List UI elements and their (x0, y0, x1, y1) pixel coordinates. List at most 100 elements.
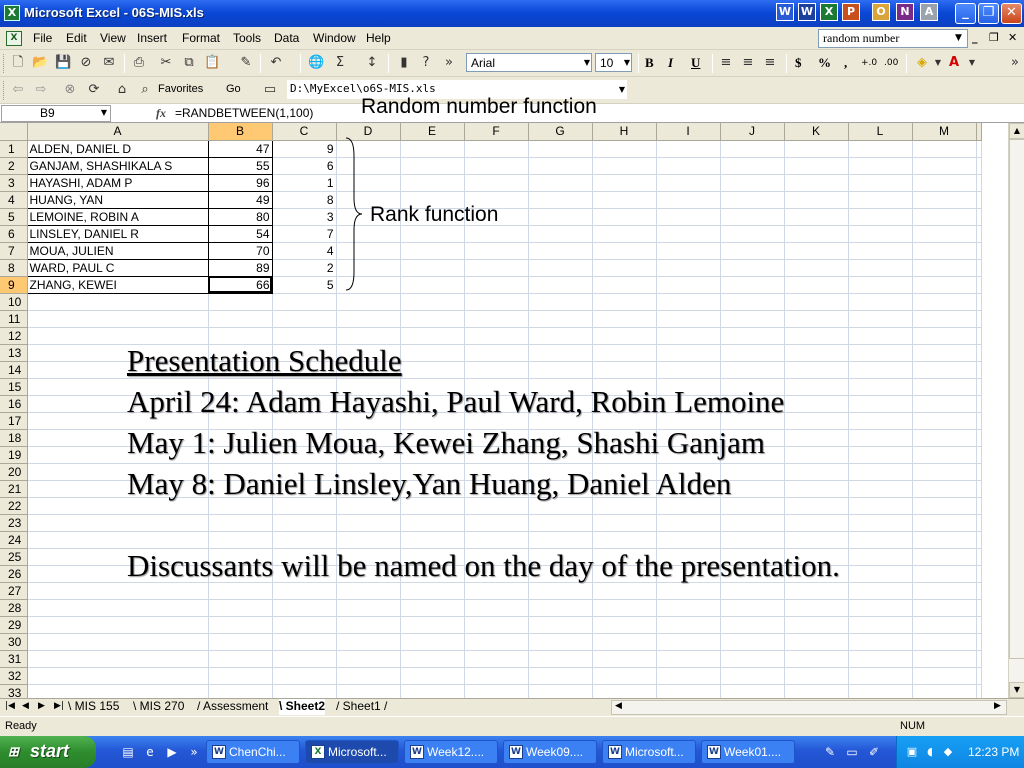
cell[interactable] (848, 565, 913, 583)
cell[interactable] (336, 684, 401, 698)
row-header[interactable]: 32 (0, 667, 28, 685)
pen-icon[interactable]: ✎ (822, 744, 838, 760)
cell[interactable] (528, 208, 593, 226)
column-header[interactable]: E (400, 123, 465, 141)
cell[interactable] (848, 463, 913, 481)
cell[interactable] (336, 650, 401, 668)
cell[interactable] (208, 667, 273, 685)
title-app-icon[interactable]: P (842, 3, 860, 21)
cell[interactable] (976, 361, 982, 379)
cell[interactable] (976, 225, 982, 243)
cell[interactable] (656, 140, 721, 158)
cell[interactable] (784, 225, 849, 243)
cell[interactable] (528, 616, 593, 634)
cell[interactable] (784, 157, 849, 175)
menu-tools[interactable]: Tools (233, 31, 261, 45)
cell[interactable] (848, 395, 913, 413)
chevron-down-icon[interactable]: ▼ (581, 53, 593, 72)
cell[interactable] (336, 293, 401, 311)
cell[interactable]: HUANG, YAN (26, 190, 209, 209)
cell[interactable] (27, 616, 209, 634)
cell[interactable] (592, 616, 657, 634)
cell[interactable] (336, 599, 401, 617)
cell[interactable] (912, 225, 977, 243)
cell[interactable] (656, 599, 721, 617)
next-sheet-icon[interactable]: ▶ (38, 701, 45, 711)
taskbar-button[interactable]: W Week09.... (503, 740, 597, 764)
cell[interactable] (528, 276, 593, 294)
excel-icon[interactable]: X (4, 5, 20, 21)
cell[interactable] (848, 412, 913, 430)
cell[interactable] (464, 259, 529, 277)
percent-button[interactable]: % (818, 55, 831, 71)
cell[interactable] (400, 242, 465, 260)
chevron-down-icon[interactable]: ▼ (616, 80, 628, 99)
cell[interactable]: GANJAM, SHASHIKALA S (26, 156, 209, 175)
title-app-icon[interactable]: W (776, 3, 794, 21)
cell[interactable] (720, 650, 785, 668)
cell[interactable] (976, 616, 982, 634)
cell[interactable]: 1 (272, 174, 337, 192)
cell[interactable] (272, 650, 337, 668)
show-only-web-toolbar-icon[interactable]: ▭ (262, 82, 278, 98)
title-app-icon[interactable]: N (896, 3, 914, 21)
cell[interactable] (784, 650, 849, 668)
cell[interactable] (592, 157, 657, 175)
cell[interactable] (272, 310, 337, 328)
row-header[interactable]: 22 (0, 497, 28, 515)
taskbar-button[interactable]: W Week12.... (404, 740, 498, 764)
sort-ascending-icon[interactable]: ↕ (364, 55, 380, 71)
menu-format[interactable]: Format (182, 31, 220, 45)
cell[interactable] (656, 310, 721, 328)
cell[interactable]: 49 (207, 190, 273, 209)
row-header[interactable]: 23 (0, 514, 28, 532)
cell[interactable] (784, 174, 849, 192)
email-icon[interactable]: ✉ (101, 55, 117, 71)
cell[interactable] (784, 140, 849, 158)
maximize-button[interactable]: ❐ (978, 3, 999, 24)
cell[interactable] (976, 667, 982, 685)
cell[interactable] (912, 429, 977, 447)
cell[interactable]: 80 (207, 207, 273, 226)
insert-function-icon[interactable]: fx (156, 106, 166, 121)
cell[interactable] (848, 599, 913, 617)
save-icon[interactable]: 💾 (55, 55, 71, 71)
cell[interactable] (400, 259, 465, 277)
row-header[interactable]: 7 (0, 242, 28, 260)
cell[interactable] (27, 684, 209, 698)
cell[interactable] (848, 293, 913, 311)
scroll-up-icon[interactable]: ▲ (1009, 123, 1024, 139)
cell[interactable] (976, 514, 982, 532)
cell[interactable] (912, 344, 977, 362)
cell[interactable] (464, 174, 529, 192)
cell[interactable] (656, 225, 721, 243)
row-header[interactable]: 15 (0, 378, 28, 396)
cell[interactable] (400, 225, 465, 243)
cell[interactable] (592, 310, 657, 328)
menu-file[interactable]: File (33, 31, 52, 45)
media-player-icon[interactable]: ▶ (164, 744, 180, 760)
comma-button[interactable]: , (844, 55, 847, 71)
cell[interactable] (976, 650, 982, 668)
align-left-icon[interactable]: ≡ (718, 55, 734, 71)
bold-button[interactable]: B (645, 55, 654, 71)
cell[interactable]: LEMOINE, ROBIN A (26, 207, 209, 226)
cell[interactable] (976, 157, 982, 175)
cell[interactable] (848, 242, 913, 260)
cell[interactable] (784, 242, 849, 260)
cell[interactable] (720, 225, 785, 243)
cell[interactable] (912, 242, 977, 260)
cell[interactable] (656, 616, 721, 634)
cell[interactable]: 9 (272, 140, 337, 158)
cell[interactable] (528, 242, 593, 260)
cell[interactable] (400, 616, 465, 634)
chevron-down-icon[interactable]: ▼ (621, 53, 633, 72)
cell[interactable] (592, 276, 657, 294)
cell[interactable] (528, 157, 593, 175)
column-header[interactable]: I (656, 123, 721, 141)
cell[interactable] (528, 140, 593, 158)
cell[interactable] (848, 157, 913, 175)
cell[interactable] (848, 514, 913, 532)
cell[interactable] (976, 412, 982, 430)
italic-button[interactable]: I (668, 55, 673, 71)
